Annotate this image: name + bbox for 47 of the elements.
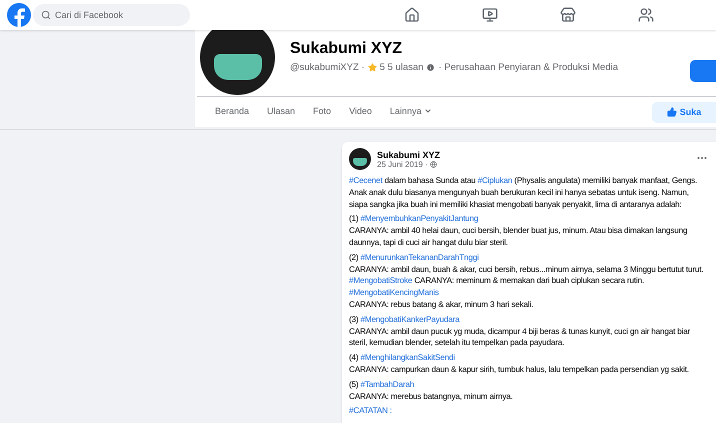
post-text: CARANYA: ambil daun pucuk yg muda, dicampur 4 biji beras & tunas kunyit, cuci gn air hangat biar steril, kemudian blender, setelah itu tempelkan pada payudara. xyxy=(349,326,692,350)
page-tab[interactable]: Foto xyxy=(304,101,340,123)
hashtag-link[interactable]: #TambahDarah xyxy=(360,380,414,389)
post-text: CARANYA: merebus batangnya, minum airnya. xyxy=(349,390,514,402)
page-name: Sukabumi XYZ xyxy=(290,40,404,58)
hashtag-link[interactable]: #CATATAN : xyxy=(349,406,392,416)
search-field[interactable]: Cari di Facebook xyxy=(33,4,190,26)
hashtag-link[interactable]: #MengobatiStroke xyxy=(349,276,412,286)
author-avatar[interactable] xyxy=(349,148,371,170)
facebook-logo[interactable] xyxy=(7,3,31,27)
hashtag-link[interactable]: #Ciplukan xyxy=(478,176,512,185)
page-tab[interactable]: Beranda xyxy=(206,101,258,123)
info-icon[interactable] xyxy=(426,63,436,72)
home-icon[interactable] xyxy=(403,6,421,24)
globe-icon xyxy=(430,160,437,168)
search-icon xyxy=(41,10,51,20)
post-author[interactable]: Sukabumi XYZ xyxy=(377,150,440,160)
post-text: (2) #MenurunkanTekananDarahTnggi xyxy=(349,252,480,264)
group-icon[interactable] xyxy=(637,6,655,24)
store-icon[interactable] xyxy=(559,6,577,24)
hashtag-link[interactable]: #MenurunkanTekananDarahTnggi xyxy=(360,252,479,262)
thumbs-up-icon xyxy=(666,107,677,117)
post-text: (3) #MengobatiKankerPayudara xyxy=(349,314,461,326)
video-icon[interactable] xyxy=(481,6,499,24)
page-tab[interactable]: Ulasan xyxy=(258,101,304,123)
caret-icon xyxy=(424,107,432,115)
post-text: CARANYA: campurkan daun & kapur sirih, tumbuk halus, lalu tempelkan pada persendian yg sakit. xyxy=(349,364,690,376)
page-tab[interactable]: Video xyxy=(340,101,381,123)
star-icon xyxy=(368,63,377,72)
post-text: #Cecenet dalam bahasa Sunda atau #Ciplukan (Physalis angulata) memiliki banyak manfaat, Gengs. Anak anak dulu biasanya mengunyah buah berukuran kecil ini hanya sebatas untuk iseng. Namun, siapa sangka jika buah ini memiliki khasiat mengobati banyak penyakit, lima di antaranya adalah: xyxy=(349,175,698,210)
post-text: CARANYA: ambil 40 helai daun, cuci bersih, blender buat jus, minum. Atau bisa dimakan langsung daunnya, tapi di cuci air hangat dulu biar steril. xyxy=(349,225,688,249)
hashtag-link[interactable]: #MengobatiKencingManis xyxy=(349,288,439,298)
post-text: (1) #MenyembuhkanPenyakitJantung xyxy=(349,213,480,226)
page-handle: @sukabumiXYZ · xyxy=(290,62,365,73)
hashtag-link[interactable]: #Cecenet xyxy=(349,176,382,185)
hashtag-link[interactable]: #MengobatiKankerPayudara xyxy=(360,314,460,324)
post-text: CARANYA: rebus batang & akar, minum 3 hari sekali. xyxy=(349,298,534,311)
like-button[interactable]: Suka xyxy=(652,102,716,122)
page-category: · Perusahaan Penyiaran & Produksi Media xyxy=(438,62,618,73)
rating-text: 5 5 ulasan xyxy=(380,62,424,73)
page-tab[interactable]: Lainnya xyxy=(380,101,442,123)
post-text: CARANYA: ambil daun, buah & akar, cuci bersih, rebus...minum airnya, selama 3 Minggu bertutut turut. #MengobatiStroke CARANYA: meminum & memakan dari buah ciplukan secara rutin. xyxy=(349,264,704,288)
post-text: (4) #MenghilangkanSakitSendi xyxy=(349,352,456,364)
hashtag-link[interactable]: #MenyembuhkanPenyakitJantung xyxy=(360,214,478,224)
post-date[interactable]: 25 Juni 2019 · xyxy=(377,160,428,168)
post-text: (5) #TambahDarah xyxy=(349,378,416,391)
hashtag-link[interactable]: #MenghilangkanSakitSendi xyxy=(360,353,455,362)
